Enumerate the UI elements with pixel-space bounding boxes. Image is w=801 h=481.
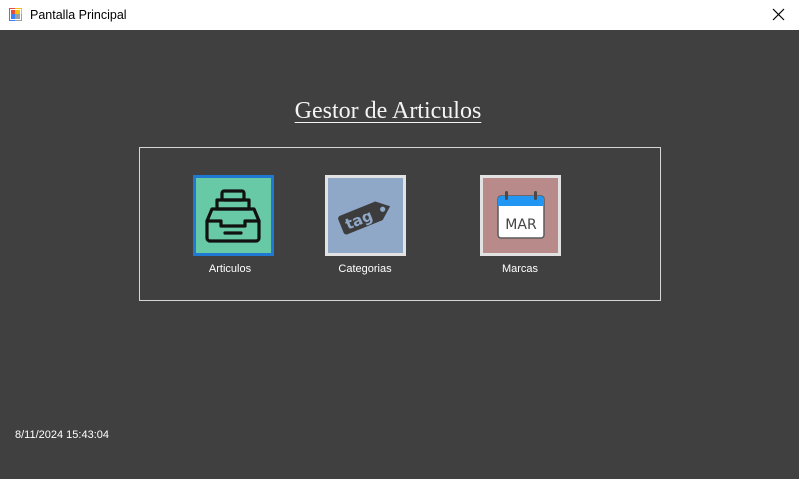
close-button[interactable] [755,0,801,30]
status-datetime: 8/11/2024 15:43:04 [15,429,109,441]
page-title: Gestor de Articulos [294,98,482,124]
title-bar[interactable]: Pantalla Principal [0,0,801,30]
categorias-label: Categorias [338,263,392,275]
articulos-label: Articulos [208,263,252,275]
window-title: Pantalla Principal [30,8,127,22]
marcas-label: Marcas [501,263,539,275]
app-window: Pantalla Principal Gestor de Articulos t… [0,0,801,481]
categorias-button[interactable]: tag [325,175,406,256]
articulos-button[interactable] [193,175,274,256]
tag-icon: tag [338,201,391,235]
marcas-button[interactable]: MAR [480,175,561,256]
inbox-tray-icon [205,189,261,243]
app-icon [8,7,23,22]
svg-text:MAR: MAR [505,217,537,233]
calendar-icon: MAR [497,191,545,239]
close-icon [772,8,785,21]
